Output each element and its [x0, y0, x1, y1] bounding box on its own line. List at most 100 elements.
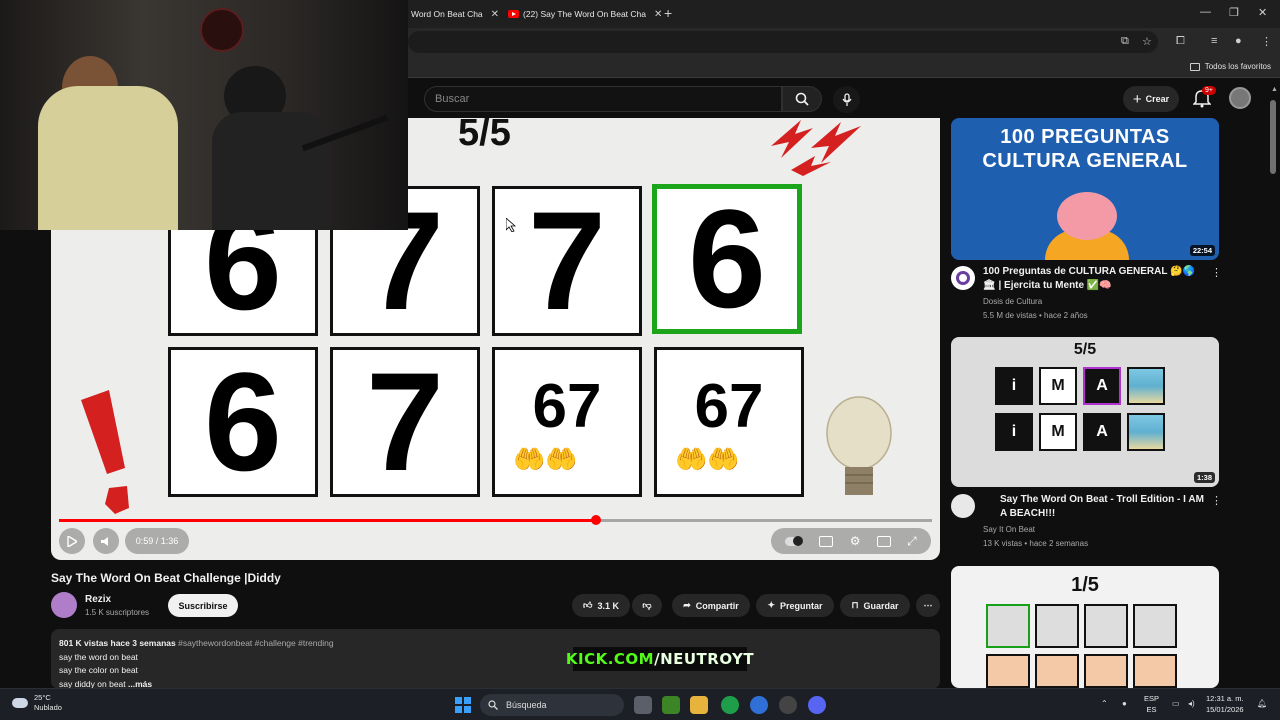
address-bar[interactable] [408, 31, 1158, 53]
dislike-button[interactable]: 👎︎ [632, 594, 662, 617]
recommendation-thumbnail[interactable]: 5/5 i M A i M A 1:38 [951, 337, 1219, 487]
autoplay-toggle[interactable] [785, 535, 804, 546]
channel-avatar[interactable] [951, 266, 975, 290]
task-view-icon[interactable] [634, 696, 652, 714]
profile-icon[interactable]: ● [1235, 35, 1242, 47]
volume-button[interactable] [93, 528, 119, 554]
grid-cell: 6 [168, 347, 318, 497]
hashtags[interactable]: #saythewordonbeat #challenge #trending [178, 638, 333, 648]
microphone-icon[interactable]: ● [1122, 699, 1127, 708]
like-button[interactable]: 👍︎ 3.1 K [572, 594, 630, 617]
channel-avatar[interactable] [51, 592, 77, 618]
beach-image [1127, 367, 1165, 405]
recommendation-channel[interactable]: Dosis de Cultura [983, 295, 1042, 308]
miniplayer-icon[interactable] [876, 535, 891, 547]
recommendation-title[interactable]: 100 Preguntas de CULTURA GENERAL 🤔🌎 🏛 | … [983, 265, 1205, 293]
video-title: Say The Word On Beat Challenge |Diddy [51, 571, 281, 585]
progress-scrubber[interactable] [591, 515, 601, 525]
notification-bell-icon[interactable]: 🔔︎ [1257, 699, 1267, 708]
close-icon[interactable]: ✕ [491, 9, 499, 20]
network-icon[interactable]: ▭ [1172, 699, 1180, 708]
subscribe-button[interactable]: Suscribirse [168, 594, 238, 617]
start-pane [464, 697, 471, 704]
search-button[interactable] [782, 86, 822, 112]
taskbar: 25°C Nublado Búsqueda ⌃ ● ESP ES ▭ ◂) 12… [0, 688, 1280, 720]
save-button[interactable]: ⊓ Guardar [840, 594, 910, 617]
player-controls-right: ⚙ ⤢ [771, 528, 931, 554]
media-icon[interactable]: ≡ [1211, 35, 1217, 47]
cast-icon[interactable]: ⧉ [1121, 35, 1129, 48]
more-actions-button[interactable]: ⋯ [916, 594, 940, 617]
tab-word-on-beat[interactable]: Word On Beat Cha ✕ [411, 4, 499, 24]
volume-icon [100, 536, 108, 546]
more-icon: ⋯ [923, 600, 933, 610]
ask-button[interactable]: ✦ Preguntar [756, 594, 834, 617]
voice-search-button[interactable] [833, 86, 860, 113]
webcam-overlay [0, 0, 408, 230]
save-label: Guardar [863, 600, 899, 611]
bookmark-icon: ⊓ [851, 600, 859, 610]
language-code: ESP [1144, 694, 1160, 703]
close-icon[interactable]: ✕ [654, 9, 662, 20]
grid-cell-highlighted: 6 [652, 184, 802, 334]
beach-image [1127, 413, 1165, 451]
search-input[interactable]: Buscar [424, 86, 782, 112]
avatar[interactable] [1229, 87, 1251, 109]
play-button[interactable] [59, 528, 85, 554]
scroll-up-icon[interactable]: ▲ [1271, 86, 1278, 93]
youtube-icon [508, 10, 519, 18]
star-icon[interactable]: ☆ [1142, 35, 1152, 48]
all-bookmarks-button[interactable]: Todos los favoritos [1189, 62, 1271, 71]
discord-icon[interactable] [808, 696, 826, 714]
channel-name[interactable]: Rezix [85, 594, 111, 605]
create-label: Crear [1145, 94, 1170, 104]
recommendation-channel[interactable]: Say It On Beat [983, 523, 1035, 536]
like-count: 3.1 K [597, 600, 619, 611]
edge-icon[interactable] [750, 696, 768, 714]
temperature: 25°C [34, 693, 51, 702]
language-indicator[interactable]: ESP ES [1144, 693, 1159, 715]
scrollbar[interactable] [1270, 100, 1276, 174]
thumbnail-tile: i [995, 367, 1033, 405]
recommendation-thumbnail[interactable]: 1/5 [951, 566, 1219, 688]
share-button[interactable]: ➦ Compartir [672, 594, 750, 617]
subtitles-icon[interactable] [819, 535, 834, 547]
kick-prefix: KICK.COM [565, 650, 655, 668]
feet-image [986, 654, 1030, 688]
chrome-icon[interactable] [721, 696, 739, 714]
more-icon[interactable]: ⋮ [1211, 494, 1222, 507]
weather-widget[interactable]: 25°C Nublado [12, 693, 62, 713]
fullscreen-icon[interactable]: ⤢ [907, 534, 917, 549]
show-more-link[interactable]: ...más [128, 679, 152, 689]
extensions-icon[interactable]: ⧠ [1176, 35, 1185, 48]
file-explorer-icon[interactable] [690, 696, 708, 714]
steam-icon[interactable] [779, 696, 797, 714]
settings-icon[interactable]: ⚙ [850, 534, 861, 548]
description-box[interactable]: 801 K vistas hace 3 semanas #saythewordo… [51, 629, 940, 689]
screen: Word On Beat Cha ✕ (22) Say The Word On … [0, 0, 1280, 720]
taskbar-search[interactable]: Búsqueda [480, 694, 624, 716]
channel-avatar[interactable] [951, 494, 975, 518]
minecraft-icon[interactable] [662, 696, 680, 714]
volume-icon[interactable]: ◂) [1188, 699, 1195, 708]
close-window-button[interactable]: ✕ [1258, 6, 1267, 19]
thumbnail-tile: M [1039, 367, 1077, 405]
menu-icon[interactable]: ⋮ [1261, 35, 1272, 48]
create-button[interactable]: + Crear [1123, 86, 1179, 112]
new-tab-button[interactable]: + [664, 5, 672, 21]
windows-start-button[interactable] [455, 697, 471, 713]
more-icon[interactable]: ⋮ [1211, 266, 1222, 279]
minimize-button[interactable]: — [1200, 6, 1211, 18]
clock[interactable]: 12:31 a. m. 15/01/2026 [1206, 693, 1244, 715]
tab-say-the-word[interactable]: (22) Say The Word On Beat Cha ✕ [508, 4, 662, 24]
keyboard-code: ES [1146, 705, 1157, 714]
chevron-up-icon[interactable]: ⌃ [1101, 699, 1108, 708]
start-pane [455, 697, 462, 704]
thumbs-up-icon: 👍︎ [583, 600, 593, 610]
thumbnail-tile: i [995, 413, 1033, 451]
recommendation-thumbnail[interactable]: 100 PREGUNTAS CULTURA GENERAL 22:54 [951, 118, 1219, 260]
grid-cell-hands: 67 🤲🤲 [492, 347, 642, 497]
recommendation-title[interactable]: Say The Word On Beat - Troll Edition - I… [983, 493, 1205, 521]
hands-icon: 🤲🤲 [675, 444, 740, 474]
maximize-button[interactable]: ❐ [1229, 6, 1239, 19]
